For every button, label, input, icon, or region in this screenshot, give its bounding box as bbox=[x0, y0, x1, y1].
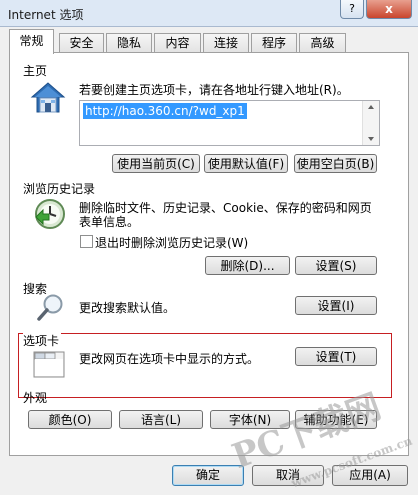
delete-on-exit-label[interactable]: 退出时删除浏览历史记录(W) bbox=[95, 234, 248, 251]
history-description-line2: 表单信息。 bbox=[79, 215, 140, 229]
window-title: Internet 选项 bbox=[8, 8, 84, 22]
tabs-section-label: 选项卡 bbox=[23, 332, 62, 349]
url-scrollbar[interactable] bbox=[362, 101, 379, 145]
tab-programs[interactable]: 程序 bbox=[251, 33, 297, 53]
tab-general[interactable]: 常规 bbox=[9, 29, 54, 54]
use-default-button[interactable]: 使用默认值(F) bbox=[204, 154, 288, 173]
homepage-url-field[interactable]: http://hao.360.cn/?wd_xp1 bbox=[79, 100, 380, 146]
homepage-section-label: 主页 bbox=[23, 64, 48, 78]
history-settings-button[interactable]: 设置(S) bbox=[295, 256, 377, 275]
tab-content[interactable]: 内容 bbox=[154, 33, 201, 53]
tabs-window-icon bbox=[33, 349, 65, 379]
title-bar: Internet 选项 ? x bbox=[0, 0, 418, 27]
close-button[interactable]: x bbox=[366, 0, 412, 19]
use-blank-button[interactable]: 使用空白页(B) bbox=[294, 154, 377, 173]
homepage-url-text: http://hao.360.cn/?wd_xp1 bbox=[83, 103, 247, 119]
appearance-section-label: 外观 bbox=[23, 391, 48, 405]
help-button[interactable]: ? bbox=[340, 0, 364, 19]
search-settings-button[interactable]: 设置(I) bbox=[295, 296, 377, 315]
history-clock-icon bbox=[33, 197, 67, 231]
search-icon bbox=[36, 292, 66, 322]
tab-privacy[interactable]: 隐私 bbox=[106, 33, 152, 53]
delete-history-button[interactable]: 删除(D)... bbox=[205, 256, 290, 275]
tabs-settings-button[interactable]: 设置(T) bbox=[295, 347, 377, 366]
help-icon: ? bbox=[349, 2, 355, 15]
scroll-up-icon[interactable] bbox=[368, 105, 374, 109]
home-icon bbox=[30, 80, 66, 116]
homepage-instruction: 若要创建主页选项卡，请在各地址行键入地址(R)。 bbox=[79, 83, 349, 97]
delete-on-exit-checkbox[interactable] bbox=[80, 235, 93, 248]
scroll-down-icon[interactable] bbox=[368, 137, 374, 141]
use-current-button[interactable]: 使用当前页(C) bbox=[112, 154, 200, 173]
tabs-description: 更改网页在选项卡中显示的方式。 bbox=[79, 352, 260, 366]
languages-button[interactable]: 语言(L) bbox=[119, 410, 203, 429]
colors-button[interactable]: 颜色(O) bbox=[28, 410, 112, 429]
ok-button[interactable]: 确定 bbox=[172, 465, 244, 486]
history-section-label: 浏览历史记录 bbox=[23, 182, 96, 196]
tab-advanced[interactable]: 高级 bbox=[299, 33, 346, 53]
close-icon: x bbox=[385, 2, 393, 16]
search-description: 更改搜索默认值。 bbox=[79, 301, 176, 315]
tab-security[interactable]: 安全 bbox=[59, 33, 104, 53]
tab-connections[interactable]: 连接 bbox=[203, 33, 249, 53]
